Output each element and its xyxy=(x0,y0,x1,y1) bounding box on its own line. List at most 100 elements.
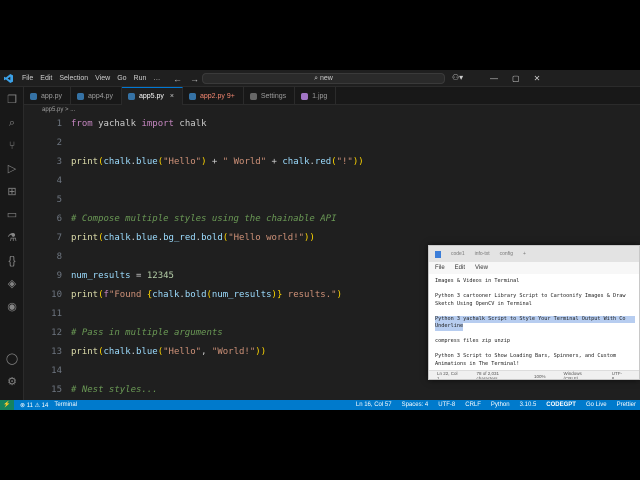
activity-bar: ❐ ⌕ ⑂ ▷ ⊞ ▭ ⚗ {} ◈ ◉ ◯ ⚙ xyxy=(0,87,24,400)
settings-file-icon xyxy=(249,92,257,100)
tab-label: app2.py 9+ xyxy=(199,92,235,100)
settings-gear-icon[interactable]: ⚙ xyxy=(5,375,19,389)
forward-arrow-icon[interactable]: → xyxy=(190,74,199,84)
line-number: 3 xyxy=(56,157,62,167)
breadcrumb[interactable]: app5.py > ... xyxy=(24,105,640,116)
go-live-button[interactable]: Go Live xyxy=(586,402,607,408)
code-line: print(chalk.blue("Hello") + " World" + c… xyxy=(71,157,364,167)
line-number: 13 xyxy=(51,347,62,357)
maximize-button[interactable]: ▢ xyxy=(512,74,520,83)
menu-view[interactable]: View xyxy=(95,75,110,82)
image-file-icon xyxy=(301,92,309,100)
notepad-app-icon xyxy=(435,250,441,258)
run-debug-icon[interactable]: ▷ xyxy=(5,162,19,176)
gpt-icon[interactable]: ◈ xyxy=(5,277,19,291)
menu-selection[interactable]: Selection xyxy=(59,75,88,82)
menu-edit[interactable]: Edit xyxy=(40,75,52,82)
text-line xyxy=(435,346,635,354)
remote-indicator-icon[interactable]: ⚡ xyxy=(0,400,14,410)
text-line: Python 3 cartooner Library Script to Car… xyxy=(435,293,626,299)
tab-image[interactable]: 1.jpg xyxy=(295,87,337,105)
notepad-window: code1 info-txt config + File Edit View I… xyxy=(428,245,640,380)
code-line: # Nest styles... xyxy=(71,385,158,395)
menu-bar: File Edit Selection View Go Run … xyxy=(22,70,167,87)
notepad-tab[interactable]: code1 xyxy=(451,251,465,257)
code-line: print(chalk.blue("Hello", "World!")) xyxy=(71,347,267,357)
timeline-icon[interactable]: ◉ xyxy=(5,300,19,314)
problems-indicator[interactable]: ⊗ 11 ⚠ 14 xyxy=(20,402,48,409)
close-window-button[interactable]: ✕ xyxy=(534,74,541,83)
search-sidebar-icon[interactable]: ⌕ xyxy=(5,116,19,130)
tab-label: app4.py xyxy=(88,92,113,100)
text-line xyxy=(435,286,635,294)
notepad-menu-edit[interactable]: Edit xyxy=(455,265,465,271)
line-number: 8 xyxy=(56,252,62,262)
text-line: compress files zip unzip xyxy=(435,338,510,344)
text-line: Images & Videos in Terminal xyxy=(435,278,520,284)
tab-app[interactable]: app.py xyxy=(24,87,72,105)
search-text: new xyxy=(320,75,333,82)
line-number: 9 xyxy=(56,271,62,281)
tab-label: 1.jpg xyxy=(312,92,328,100)
text-line: Python 3 Script to Show Loading Bars, Sp… xyxy=(435,353,617,359)
notepad-menu-file[interactable]: File xyxy=(435,265,445,271)
new-tab-button[interactable]: + xyxy=(523,251,526,257)
command-center-search[interactable]: ⌕ new xyxy=(202,73,445,84)
python-version[interactable]: 3.10.5 xyxy=(520,402,537,408)
notepad-menu-view[interactable]: View xyxy=(475,265,488,271)
notepad-status-bar: Ln 22, Col 1 78 of 2,031 characters 100%… xyxy=(429,370,639,380)
code-line: from yachalk import chalk xyxy=(71,119,207,129)
account-icon[interactable]: ◯ xyxy=(5,352,19,366)
copilot-icon[interactable]: ⚇▾ xyxy=(452,73,463,82)
selected-text-line: Underline xyxy=(435,323,464,331)
back-arrow-icon[interactable]: ← xyxy=(173,74,182,84)
prettier-button[interactable]: Prettier xyxy=(617,402,636,408)
extensions-icon[interactable]: ⊞ xyxy=(5,185,19,199)
tab-settings[interactable]: Settings xyxy=(244,87,296,105)
minimize-button[interactable]: — xyxy=(490,74,498,83)
notepad-menu: File Edit View xyxy=(429,262,639,274)
line-number: 4 xyxy=(56,176,62,186)
tab-app2[interactable]: app2.py 9+ xyxy=(183,87,244,105)
menu-file[interactable]: File xyxy=(22,75,33,82)
editor-tabs: app.py app4.py app5.py × app2.py 9+ Setti… xyxy=(24,87,640,105)
code-line: print(chalk.blue.bg_red.bold("Hello worl… xyxy=(71,233,315,243)
menu-go[interactable]: Go xyxy=(117,75,126,82)
code-line: # Compose multiple styles using the chai… xyxy=(71,214,337,224)
testing-icon[interactable]: ⚗ xyxy=(5,231,19,245)
codegpt-button[interactable]: CODEGPT xyxy=(546,402,576,408)
line-number: 14 xyxy=(51,366,62,376)
tab-label: app5.py xyxy=(138,93,164,100)
python-file-icon xyxy=(77,92,85,100)
cursor-position[interactable]: Ln 16, Col 57 xyxy=(356,402,392,408)
notepad-encoding: UTF-8 xyxy=(611,371,622,380)
text-line: Sketch Using OpenCV in Terminal xyxy=(435,300,532,307)
tab-label: Settings xyxy=(260,92,287,100)
line-number: 6 xyxy=(56,214,62,224)
tab-app5[interactable]: app5.py × xyxy=(121,87,183,105)
remote-explorer-icon[interactable]: ▭ xyxy=(5,208,19,222)
status-bar: ⚡ ⊗ 11 ⚠ 14 Terminal Ln 16, Col 57 Space… xyxy=(0,400,640,410)
explorer-icon[interactable]: ❐ xyxy=(5,93,19,107)
notepad-char-count: 78 of 2,031 characters xyxy=(476,371,499,380)
menu-run[interactable]: Run xyxy=(134,75,147,82)
indentation[interactable]: Spaces: 4 xyxy=(402,402,429,408)
terminal-button[interactable]: Terminal xyxy=(54,402,77,408)
close-tab-icon[interactable]: × xyxy=(170,93,174,100)
notepad-tab[interactable]: info-txt xyxy=(475,251,490,257)
tab-app4[interactable]: app4.py xyxy=(71,87,122,105)
notepad-tabs: code1 info-txt config + xyxy=(429,246,639,262)
line-number: 10 xyxy=(51,290,62,300)
source-control-icon[interactable]: ⑂ xyxy=(5,139,19,153)
notepad-tab[interactable]: config xyxy=(500,251,513,257)
menu-more[interactable]: … xyxy=(153,75,160,82)
encoding[interactable]: UTF-8 xyxy=(438,402,455,408)
language-mode[interactable]: Python xyxy=(491,402,510,408)
line-number: 11 xyxy=(51,309,62,319)
line-endings[interactable]: CRLF xyxy=(465,402,481,408)
json-icon[interactable]: {} xyxy=(5,254,19,268)
code-line: print(f"Found {chalk.bold(num_results)} … xyxy=(71,290,342,300)
code-line: # Pass in multiple arguments xyxy=(71,328,223,338)
line-number: 1 xyxy=(56,119,62,129)
notepad-text-area[interactable]: Images & Videos in Terminal Python 3 car… xyxy=(429,274,639,370)
